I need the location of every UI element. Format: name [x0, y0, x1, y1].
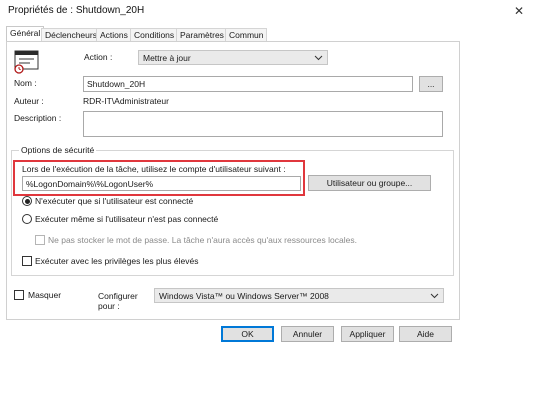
radio-any-user[interactable]	[22, 214, 32, 224]
browse-button[interactable]: ...	[419, 76, 443, 92]
hidden-checkbox[interactable]	[14, 290, 24, 300]
help-button[interactable]: Aide	[399, 326, 452, 342]
hidden-label[interactable]: Masquer	[28, 290, 61, 300]
action-select[interactable]: Mettre à jour	[138, 50, 328, 65]
description-input[interactable]	[83, 111, 443, 137]
author-label: Auteur :	[14, 96, 44, 106]
tab-actions[interactable]: Actions	[96, 28, 132, 42]
no-store-password-label: Ne pas stocker le mot de passe. La tâche…	[48, 235, 357, 245]
tab-common[interactable]: Commun	[225, 28, 268, 42]
radio-any-user-label[interactable]: Exécuter même si l'utilisateur n'est pas…	[35, 214, 218, 224]
tab-settings[interactable]: Paramètres	[176, 28, 228, 42]
chevron-down-icon	[430, 291, 439, 300]
tab-conditions[interactable]: Conditions	[130, 28, 179, 42]
name-input[interactable]: Shutdown_20H	[83, 76, 413, 92]
action-select-value: Mettre à jour	[143, 52, 191, 63]
cancel-button[interactable]: Annuler	[281, 326, 334, 342]
action-label: Action :	[84, 52, 113, 62]
highest-privileges-label[interactable]: Exécuter avec les privilèges les plus él…	[35, 256, 198, 266]
security-options-legend: Options de sécurité	[19, 145, 97, 155]
chevron-down-icon	[314, 53, 323, 62]
radio-selected-dot	[24, 198, 30, 204]
close-icon: ✕	[513, 4, 525, 18]
ok-button[interactable]: OK	[221, 326, 274, 342]
configure-label-line1: Configurer	[98, 291, 138, 301]
configure-label-line2: pour :	[98, 301, 120, 311]
close-button[interactable]: ✕	[505, 1, 533, 21]
scheduled-task-icon	[14, 50, 40, 74]
configure-for-value: Windows Vista™ ou Windows Server™ 2008	[159, 290, 329, 301]
user-or-group-button[interactable]: Utilisateur ou groupe...	[308, 175, 431, 191]
description-label: Description :	[14, 113, 62, 123]
tab-triggers[interactable]: Déclencheurs	[41, 28, 101, 42]
radio-logged-on[interactable]	[22, 196, 32, 206]
tab-general[interactable]: Général	[6, 26, 45, 42]
highest-privileges-checkbox[interactable]	[22, 256, 32, 266]
configure-for-select[interactable]: Windows Vista™ ou Windows Server™ 2008	[154, 288, 444, 303]
no-store-password-checkbox[interactable]	[35, 235, 45, 245]
name-label: Nom :	[14, 78, 37, 88]
radio-logged-on-label[interactable]: N'exécuter que si l'utilisateur est conn…	[35, 196, 193, 206]
highlight-box	[13, 160, 305, 196]
author-value: RDR-IT\Administrateur	[83, 96, 169, 106]
window-title: Propriétés de : Shutdown_20H	[8, 5, 145, 16]
apply-button[interactable]: Appliquer	[341, 326, 394, 342]
